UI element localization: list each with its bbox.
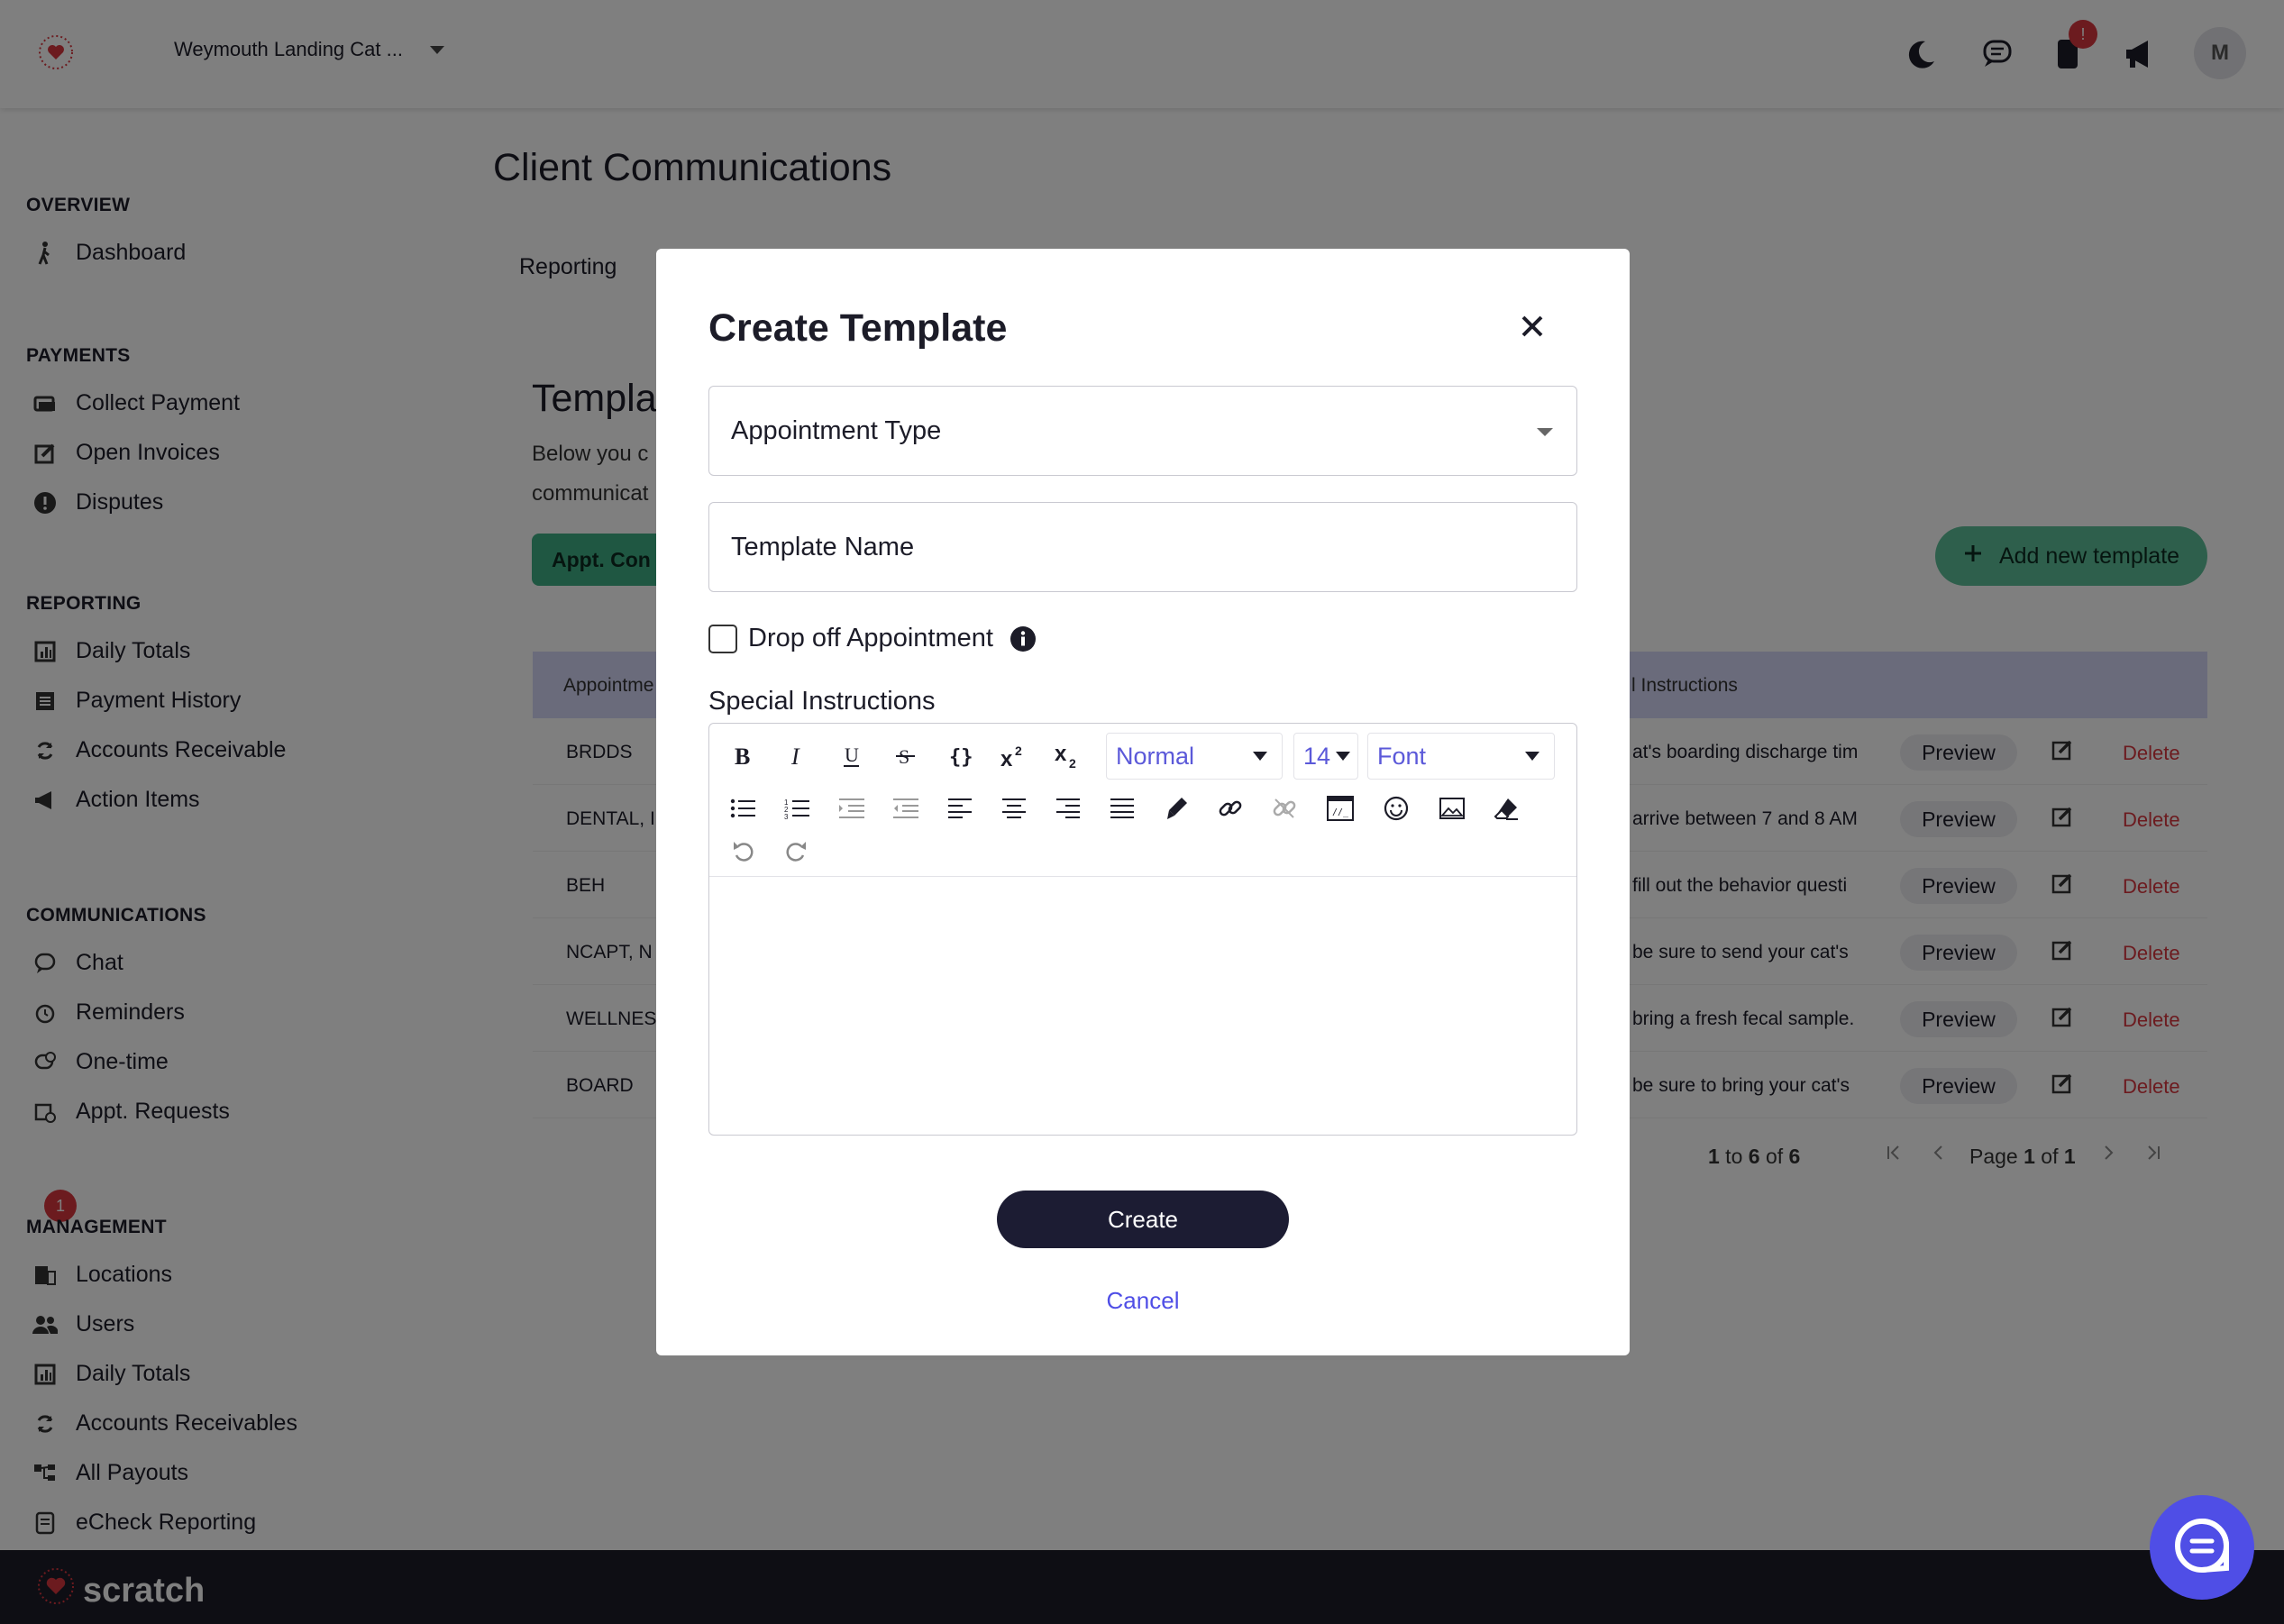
strikethrough-icon[interactable]: S bbox=[888, 738, 924, 774]
svg-text:x: x bbox=[1000, 747, 1013, 769]
svg-text:x: x bbox=[1055, 743, 1067, 766]
editor-toolbar: B I U S {} x2 x2 Normal 14 Font 123 //_ bbox=[709, 724, 1576, 877]
chevron-down-icon bbox=[1537, 428, 1553, 436]
special-instructions-label: Special Instructions bbox=[708, 687, 936, 716]
subscript-icon[interactable]: x2 bbox=[1050, 738, 1086, 774]
svg-text:2: 2 bbox=[1015, 744, 1022, 758]
indent-icon[interactable] bbox=[834, 790, 870, 826]
italic-icon[interactable]: I bbox=[780, 738, 816, 774]
font-family-value: Font bbox=[1377, 742, 1427, 770]
paragraph-style-value: Normal bbox=[1116, 742, 1195, 770]
svg-text:2: 2 bbox=[1069, 756, 1076, 770]
drop-off-checkbox[interactable] bbox=[708, 624, 737, 653]
unlink-icon[interactable] bbox=[1266, 790, 1302, 826]
chevron-down-icon bbox=[1336, 752, 1350, 761]
create-button[interactable]: Create bbox=[997, 1191, 1289, 1248]
info-icon[interactable] bbox=[1010, 625, 1037, 652]
rich-text-editor: B I U S {} x2 x2 Normal 14 Font 123 //_ bbox=[708, 723, 1577, 1136]
svg-text:B: B bbox=[735, 744, 750, 768]
bold-icon[interactable]: B bbox=[726, 738, 762, 774]
link-icon[interactable] bbox=[1212, 790, 1248, 826]
modal-title: Create Template bbox=[708, 306, 1008, 350]
eraser-icon[interactable] bbox=[1488, 790, 1524, 826]
align-justify-icon[interactable] bbox=[1104, 790, 1140, 826]
svg-text:I: I bbox=[790, 744, 800, 768]
support-chat-button[interactable] bbox=[2150, 1495, 2254, 1600]
bullet-list-icon[interactable] bbox=[726, 790, 762, 826]
embed-icon[interactable]: //_ bbox=[1322, 790, 1358, 826]
align-right-icon[interactable] bbox=[1050, 790, 1086, 826]
font-size-select[interactable]: 14 bbox=[1293, 733, 1358, 780]
superscript-icon[interactable]: x2 bbox=[996, 738, 1032, 774]
image-icon[interactable] bbox=[1434, 790, 1470, 826]
drop-off-row: Drop off Appointment bbox=[708, 624, 1037, 653]
chevron-down-icon bbox=[1525, 752, 1539, 761]
drop-off-label: Drop off Appointment bbox=[748, 624, 993, 652]
cancel-link[interactable]: Cancel bbox=[656, 1287, 1630, 1315]
numbered-list-icon[interactable]: 123 bbox=[780, 790, 816, 826]
template-name-placeholder: Template Name bbox=[731, 532, 915, 561]
close-icon[interactable] bbox=[1514, 308, 1550, 344]
undo-icon[interactable] bbox=[726, 834, 762, 870]
create-template-modal: Create Template Appointment Type Templat… bbox=[656, 249, 1630, 1355]
paragraph-style-select[interactable]: Normal bbox=[1106, 733, 1283, 780]
chat-icon bbox=[2172, 1516, 2232, 1580]
chevron-down-icon bbox=[1253, 752, 1267, 761]
outdent-icon[interactable] bbox=[888, 790, 924, 826]
svg-text:U: U bbox=[845, 744, 859, 766]
align-left-icon[interactable] bbox=[942, 790, 978, 826]
editor-content-area[interactable] bbox=[709, 879, 1576, 1135]
text-color-icon[interactable] bbox=[1158, 790, 1194, 826]
appointment-type-select[interactable]: Appointment Type bbox=[708, 386, 1577, 476]
font-family-select[interactable]: Font bbox=[1367, 733, 1555, 780]
svg-text:3: 3 bbox=[784, 813, 789, 819]
svg-text://_: //_ bbox=[1332, 807, 1349, 817]
code-block-icon[interactable]: {} bbox=[942, 738, 978, 774]
svg-text:{}: {} bbox=[949, 746, 973, 768]
appointment-type-placeholder: Appointment Type bbox=[731, 415, 942, 445]
emoji-icon[interactable] bbox=[1378, 790, 1414, 826]
font-size-value: 14 bbox=[1303, 742, 1331, 770]
underline-icon[interactable]: U bbox=[834, 738, 870, 774]
redo-icon[interactable] bbox=[778, 834, 814, 870]
align-center-icon[interactable] bbox=[996, 790, 1032, 826]
template-name-input[interactable]: Template Name bbox=[708, 502, 1577, 592]
